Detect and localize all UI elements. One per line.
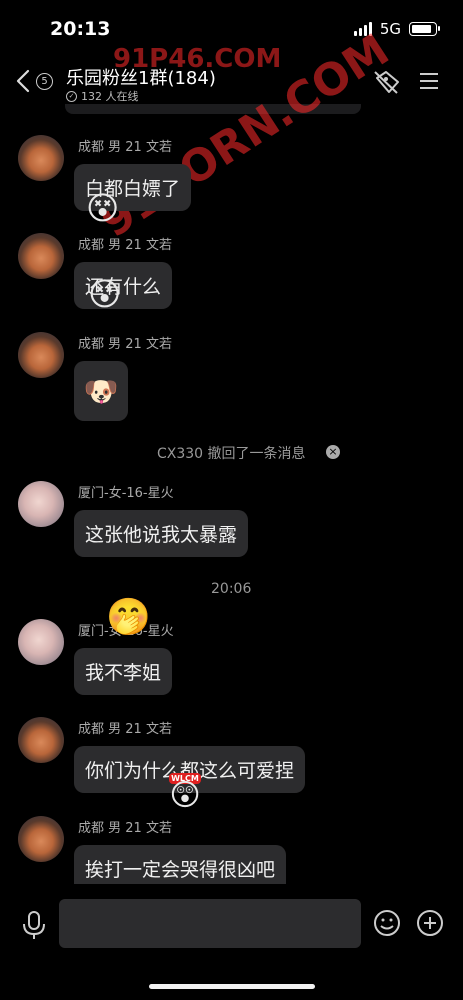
emoji-button[interactable] [373,909,401,941]
wlcm-sticker: WLCM 😲 [164,766,206,811]
avatar[interactable] [18,619,64,665]
microphone-icon [23,911,45,939]
avatar[interactable] [18,481,64,527]
chevron-left-icon [16,69,30,93]
home-indicator [149,984,315,989]
recall-notice: CX330 撤回了一条消息 [157,446,306,462]
back-button[interactable] [14,68,32,98]
status-time: 20:13 [50,18,111,40]
menu-button[interactable] [418,70,440,96]
voice-button[interactable] [21,910,47,944]
timestamp: 20:06 [211,581,252,597]
network-label: 5G [379,20,401,38]
close-icon[interactable]: × [326,445,340,459]
message-input[interactable] [59,899,361,948]
emoji-icon [374,910,400,936]
sender-name: 厦门-女-16-星火 [78,486,174,501]
sticker-emoji: 😵 [86,189,120,227]
check-icon: ✓ [66,90,77,102]
avatar[interactable] [18,717,64,763]
sender-name: 成都 男 21 文若 [78,722,172,737]
avatar[interactable] [18,135,64,181]
sender-name: 成都 男 21 文若 [78,238,172,253]
avatar[interactable] [18,332,64,378]
message-bubble[interactable]: 我不李姐 [74,648,173,695]
avatar[interactable] [18,816,64,862]
unread-count-badge: 5 [36,73,53,90]
sticker-emoji: 🤭 [106,597,151,638]
message-bubble[interactable]: 这张他说我太暴露 [74,510,249,557]
sender-name: 成都 男 21 文若 [78,337,172,352]
sticker-emoji: 😵 [88,275,122,313]
online-status: ✓ 132 人在线 [66,88,139,104]
watermark: 91P46.COM [113,44,282,74]
dog-emoji: 🐶 [83,374,119,408]
sticker-emoji: 😲 [169,778,201,813]
emoji-message[interactable]: 🐶 [74,361,128,421]
sender-name: 成都 男 21 文若 [78,140,172,155]
add-icon [417,910,443,936]
online-count: 132 人在线 [81,90,139,103]
avatar[interactable] [18,233,64,279]
menu-icon [420,73,438,89]
battery-icon [409,22,440,36]
add-button[interactable] [416,909,444,941]
sender-name: 成都 男 21 文若 [78,821,172,836]
